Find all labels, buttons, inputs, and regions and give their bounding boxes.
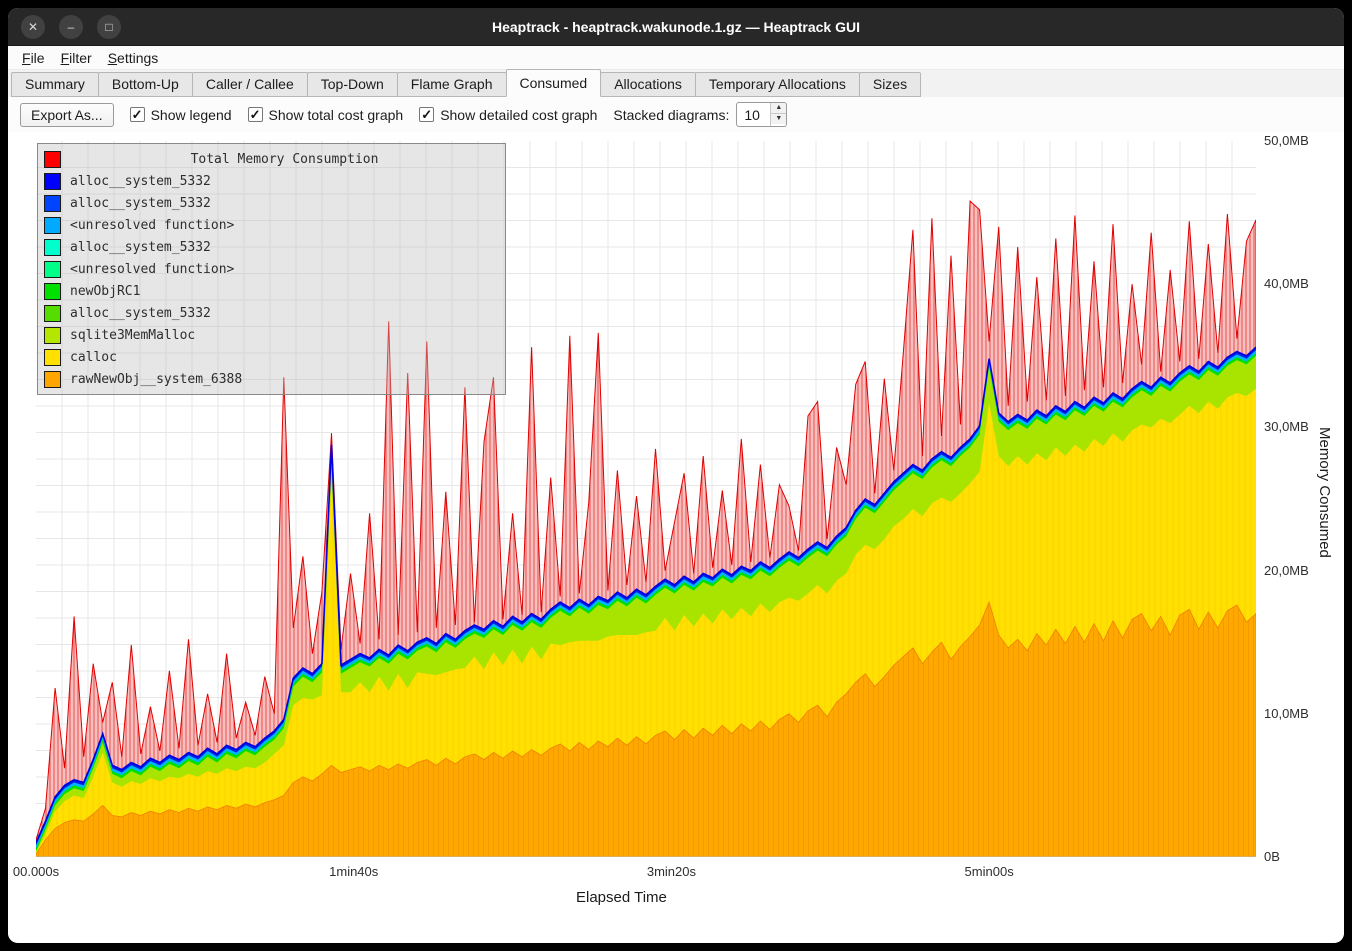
checkbox-box-icon[interactable]: ✓ — [248, 107, 263, 122]
checkbox-label: Show legend — [151, 107, 232, 123]
y-tick-label: 40,0MB — [1264, 276, 1309, 291]
legend-swatch — [44, 195, 61, 212]
legend-label: alloc__system_5332 — [70, 240, 211, 255]
legend-swatch — [44, 283, 61, 300]
checkbox-show-total-cost-graph[interactable]: ✓ Show total cost graph — [248, 107, 404, 123]
legend-item: newObjRC1 — [44, 280, 499, 302]
close-button[interactable]: ✕ — [21, 15, 45, 39]
y-tick-label: 0B — [1264, 849, 1280, 864]
legend-title-row: Total Memory Consumption — [44, 148, 499, 170]
menu-file[interactable]: File — [14, 48, 53, 68]
legend-item: alloc__system_5332 — [44, 302, 499, 324]
stacked-diagrams-group: Stacked diagrams: 10 ▲▼ — [613, 102, 787, 127]
x-axis-title: Elapsed Time — [576, 889, 667, 906]
legend-label: <unresolved function> — [70, 218, 234, 233]
legend-label: sqlite3MemMalloc — [70, 328, 195, 343]
legend-item: calloc — [44, 346, 499, 368]
x-tick-label: 1min40s — [329, 864, 378, 879]
legend-swatch — [44, 327, 61, 344]
window-controls: ✕–□ — [21, 15, 121, 39]
legend-item: alloc__system_5332 — [44, 170, 499, 192]
legend-swatch — [44, 173, 61, 190]
tab-allocations[interactable]: Allocations — [600, 72, 696, 97]
tab-summary[interactable]: Summary — [11, 72, 99, 97]
legend-swatch — [44, 239, 61, 256]
checkbox-show-detailed-cost-graph[interactable]: ✓ Show detailed cost graph — [419, 107, 597, 123]
chart-plot[interactable]: Total Memory Consumption alloc__system_53… — [36, 141, 1256, 857]
legend-item: sqlite3MemMalloc — [44, 324, 499, 346]
legend-label: calloc — [70, 350, 117, 365]
y-tick-label: 30,0MB — [1264, 419, 1309, 434]
y-tick-label: 20,0MB — [1264, 563, 1309, 578]
x-tick-label: 00.000s — [13, 864, 59, 879]
stacked-diagrams-spinbox[interactable]: 10 ▲▼ — [736, 102, 787, 127]
legend-swatch — [44, 261, 61, 278]
legend-label: newObjRC1 — [70, 284, 140, 299]
legend-item: alloc__system_5332 — [44, 192, 499, 214]
tab-top-down[interactable]: Top-Down — [307, 72, 398, 97]
title-bar: ✕–□ Heaptrack - heaptrack.wakunode.1.gz … — [8, 8, 1344, 46]
legend-swatch — [44, 305, 61, 322]
toolbar-checkboxes: ✓ Show legend ✓ Show total cost graph ✓ Show … — [130, 107, 598, 123]
tab-bar: SummaryBottom-UpCaller / CalleeTop-DownF… — [8, 70, 1344, 97]
legend-swatch-total — [44, 151, 61, 168]
checkbox-box-icon[interactable]: ✓ — [130, 107, 145, 122]
checkbox-box-icon[interactable]: ✓ — [419, 107, 434, 122]
legend-item: <unresolved function> — [44, 258, 499, 280]
minimize-button[interactable]: – — [59, 15, 83, 39]
legend-title: Total Memory Consumption — [70, 152, 499, 167]
y-tick-label: 50,0MB — [1264, 133, 1309, 148]
legend-item: rawNewObj__system_6388 — [44, 368, 499, 390]
spin-up-icon[interactable]: ▲ — [771, 103, 786, 114]
legend-label: alloc__system_5332 — [70, 196, 211, 211]
tab-flame-graph[interactable]: Flame Graph — [397, 72, 507, 97]
tab-temporary-allocations[interactable]: Temporary Allocations — [695, 72, 860, 97]
legend-item: <unresolved function> — [44, 214, 499, 236]
y-tick-label: 10,0MB — [1264, 706, 1309, 721]
heaptrack-window: ✕–□ Heaptrack - heaptrack.wakunode.1.gz … — [8, 8, 1344, 943]
x-tick-label: 5min00s — [965, 864, 1014, 879]
tab-bottom-up[interactable]: Bottom-Up — [98, 72, 193, 97]
window-title: Heaptrack - heaptrack.wakunode.1.gz — He… — [8, 19, 1344, 35]
legend-label: rawNewObj__system_6388 — [70, 372, 242, 387]
legend-label: alloc__system_5332 — [70, 174, 211, 189]
checkbox-show-legend[interactable]: ✓ Show legend — [130, 107, 232, 123]
legend-swatch — [44, 371, 61, 388]
menu-filter[interactable]: Filter — [53, 48, 100, 68]
stacked-diagrams-label: Stacked diagrams: — [613, 107, 729, 123]
spinbox-arrows: ▲▼ — [770, 103, 786, 126]
chart-legend: Total Memory Consumption alloc__system_53… — [37, 143, 506, 395]
consumed-chart-area: Total Memory Consumption alloc__system_53… — [8, 132, 1344, 942]
checkbox-label: Show detailed cost graph — [440, 107, 597, 123]
legend-item: alloc__system_5332 — [44, 236, 499, 258]
stacked-diagrams-value[interactable]: 10 — [737, 103, 770, 126]
export-as-button[interactable]: Export As... — [20, 103, 114, 127]
legend-label: <unresolved function> — [70, 262, 234, 277]
maximize-button[interactable]: □ — [97, 15, 121, 39]
legend-swatch — [44, 217, 61, 234]
legend-swatch — [44, 349, 61, 366]
legend-label: alloc__system_5332 — [70, 306, 211, 321]
x-tick-label: 3min20s — [647, 864, 696, 879]
menu-settings[interactable]: Settings — [100, 48, 167, 68]
checkbox-label: Show total cost graph — [269, 107, 404, 123]
tab-caller-callee[interactable]: Caller / Callee — [192, 72, 308, 97]
tab-consumed[interactable]: Consumed — [506, 69, 602, 97]
toolbar: Export As... ✓ Show legend ✓ Show total cos… — [8, 97, 1344, 132]
menu-bar: FileFilterSettings — [8, 46, 1344, 70]
spin-down-icon[interactable]: ▼ — [771, 114, 786, 124]
tab-sizes[interactable]: Sizes — [859, 72, 921, 97]
y-axis-title: Memory Consumed — [1316, 427, 1333, 558]
